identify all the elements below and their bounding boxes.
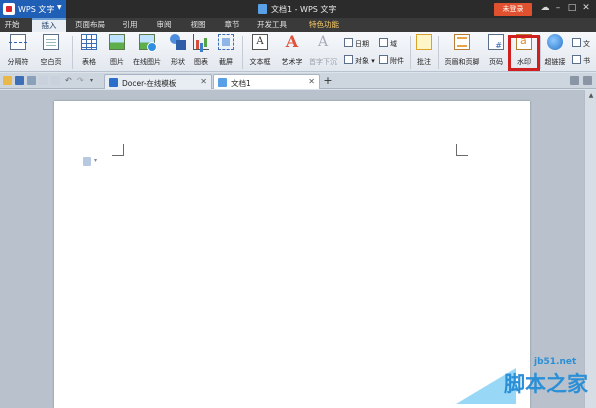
ribbon-divider [410,36,411,69]
ribbon-divider [540,36,541,69]
tab-page-layout[interactable]: 页面布局 [70,18,110,32]
tab-view[interactable]: 视图 [184,18,212,32]
ribbon: 分隔符 空白页 表格 图片 在线图片 形状 图表 截屏 A 文本框 A 艺术字 … [0,32,596,72]
new-tab-button[interactable]: + [322,74,334,88]
dropcap-button[interactable]: A 首字下沉 [306,34,340,66]
tab-developer[interactable]: 开发工具 [252,18,292,32]
margin-corner-top-left [112,144,124,156]
save-icon[interactable] [15,76,24,85]
chevron-down-icon[interactable]: ▾ [94,157,97,164]
scroll-up-icon[interactable]: ▲ [587,92,595,100]
page-break-button[interactable]: 分隔符 [2,34,34,66]
blank-page-icon [43,34,59,50]
calendar-icon [344,38,353,47]
shape-button[interactable]: 形状 [165,34,191,66]
app-menu-button[interactable]: WPS 文字 ▼ [0,0,66,18]
table-icon [81,34,97,50]
open-folder-icon[interactable] [3,76,12,85]
chart-button[interactable]: 图表 [191,34,211,66]
tab-insert[interactable]: 插入 [32,18,66,32]
title-bar: WPS 文字 ▼ 文档1 - WPS 文字 未登录 ☁ – □ ✕ [0,0,596,18]
comment-icon [416,34,432,50]
ribbon-overflow-button-1[interactable]: 文 [572,38,590,49]
tab-document1[interactable]: 文档1 ✕ [213,74,320,89]
site-watermark-name: 脚本之家 [504,372,588,396]
docer-icon [109,78,118,87]
page-break-icon [9,34,27,50]
tab-references[interactable]: 引用 [116,18,144,32]
paragraph-layout-icon[interactable] [83,157,91,166]
field-button[interactable]: 域 [379,38,397,49]
screenshot-button[interactable]: 截屏 [213,34,239,66]
watermark-highlight-box [508,35,540,71]
header-footer-icon [454,34,470,50]
hyperlink-icon [547,34,563,50]
ribbon-overflow-button-2[interactable]: 书 [572,55,590,66]
document-tab-bar: ↶ ↷ ▾ Docer-在线模板 ✕ 文档1 ✕ + [0,73,596,89]
tab-review[interactable]: 审阅 [150,18,178,32]
wordart-icon: A [285,32,299,51]
header-footer-button[interactable]: 页眉和页脚 [441,34,483,66]
undo-icon[interactable]: ↶ [65,76,74,85]
online-picture-button[interactable]: 在线图片 [131,34,163,66]
field-icon [379,38,388,47]
attachment-button[interactable]: 附件 [379,55,404,66]
close-tab-icon[interactable]: ✕ [308,77,315,86]
close-icon[interactable]: ✕ [580,2,592,15]
picture-icon [109,34,125,50]
bookmark-icon [572,55,581,64]
margin-corner-top-right [456,144,468,156]
dropcap-icon: A [317,34,329,50]
print-icon[interactable] [27,76,36,85]
tab-home[interactable]: 开始 [0,18,24,32]
screenshot-icon [218,34,234,50]
object-icon [344,55,353,64]
minimize-icon[interactable]: – [552,2,564,15]
site-watermark: jb51.net 脚本之家 [456,354,596,408]
site-watermark-url: jb51.net [534,357,577,367]
attachment-icon [379,55,388,64]
window-title: 文档1 - WPS 文字 [258,4,336,15]
document-icon [218,78,227,87]
textbox-button[interactable]: A 文本框 [245,34,275,66]
shape-icon [170,34,186,50]
tab-list-icon[interactable] [570,76,579,85]
ribbon-divider [242,36,243,69]
app-name: WPS 文字 [18,5,55,14]
tab-special-features[interactable]: 特色功能 [302,18,346,32]
chevron-down-icon: ▼ [57,4,62,11]
ribbon-divider [72,36,73,69]
date-button[interactable]: 日期 [344,38,369,49]
login-button[interactable]: 未登录 [494,3,532,16]
object-button[interactable]: 对象 ▾ [344,55,375,66]
export-icon[interactable] [51,76,60,85]
wordart-button[interactable]: A 艺术字 [279,32,305,67]
page-number-button[interactable]: 页码 [484,34,508,66]
wps-logo-icon [3,3,15,15]
document-icon [572,38,581,47]
maximize-icon[interactable]: □ [566,2,578,15]
print-preview-icon[interactable] [39,76,48,85]
tab-docer-templates[interactable]: Docer-在线模板 ✕ [104,74,212,89]
ribbon-divider [438,36,439,69]
redo-icon[interactable]: ↷ [77,76,86,85]
picture-button[interactable]: 图片 [104,34,130,66]
tab-sections[interactable]: 章节 [218,18,246,32]
online-picture-icon [139,34,157,52]
table-button[interactable]: 表格 [76,34,102,66]
cloud-icon[interactable]: ☁ [539,2,551,15]
chart-icon [193,34,209,50]
textbox-icon: A [252,34,268,50]
customize-toolbar-icon[interactable]: ▾ [90,76,99,85]
comment-button[interactable]: 批注 [413,34,435,66]
close-tab-icon[interactable]: ✕ [200,77,207,86]
document-icon [258,4,267,14]
blank-page-button[interactable]: 空白页 [36,34,66,66]
hyperlink-button[interactable]: 超链接 [542,34,568,66]
tab-menu-icon[interactable] [583,76,592,85]
menu-bar: 开始 插入 页面布局 引用 审阅 视图 章节 开发工具 特色功能 [0,18,596,32]
page-number-icon [488,34,504,50]
